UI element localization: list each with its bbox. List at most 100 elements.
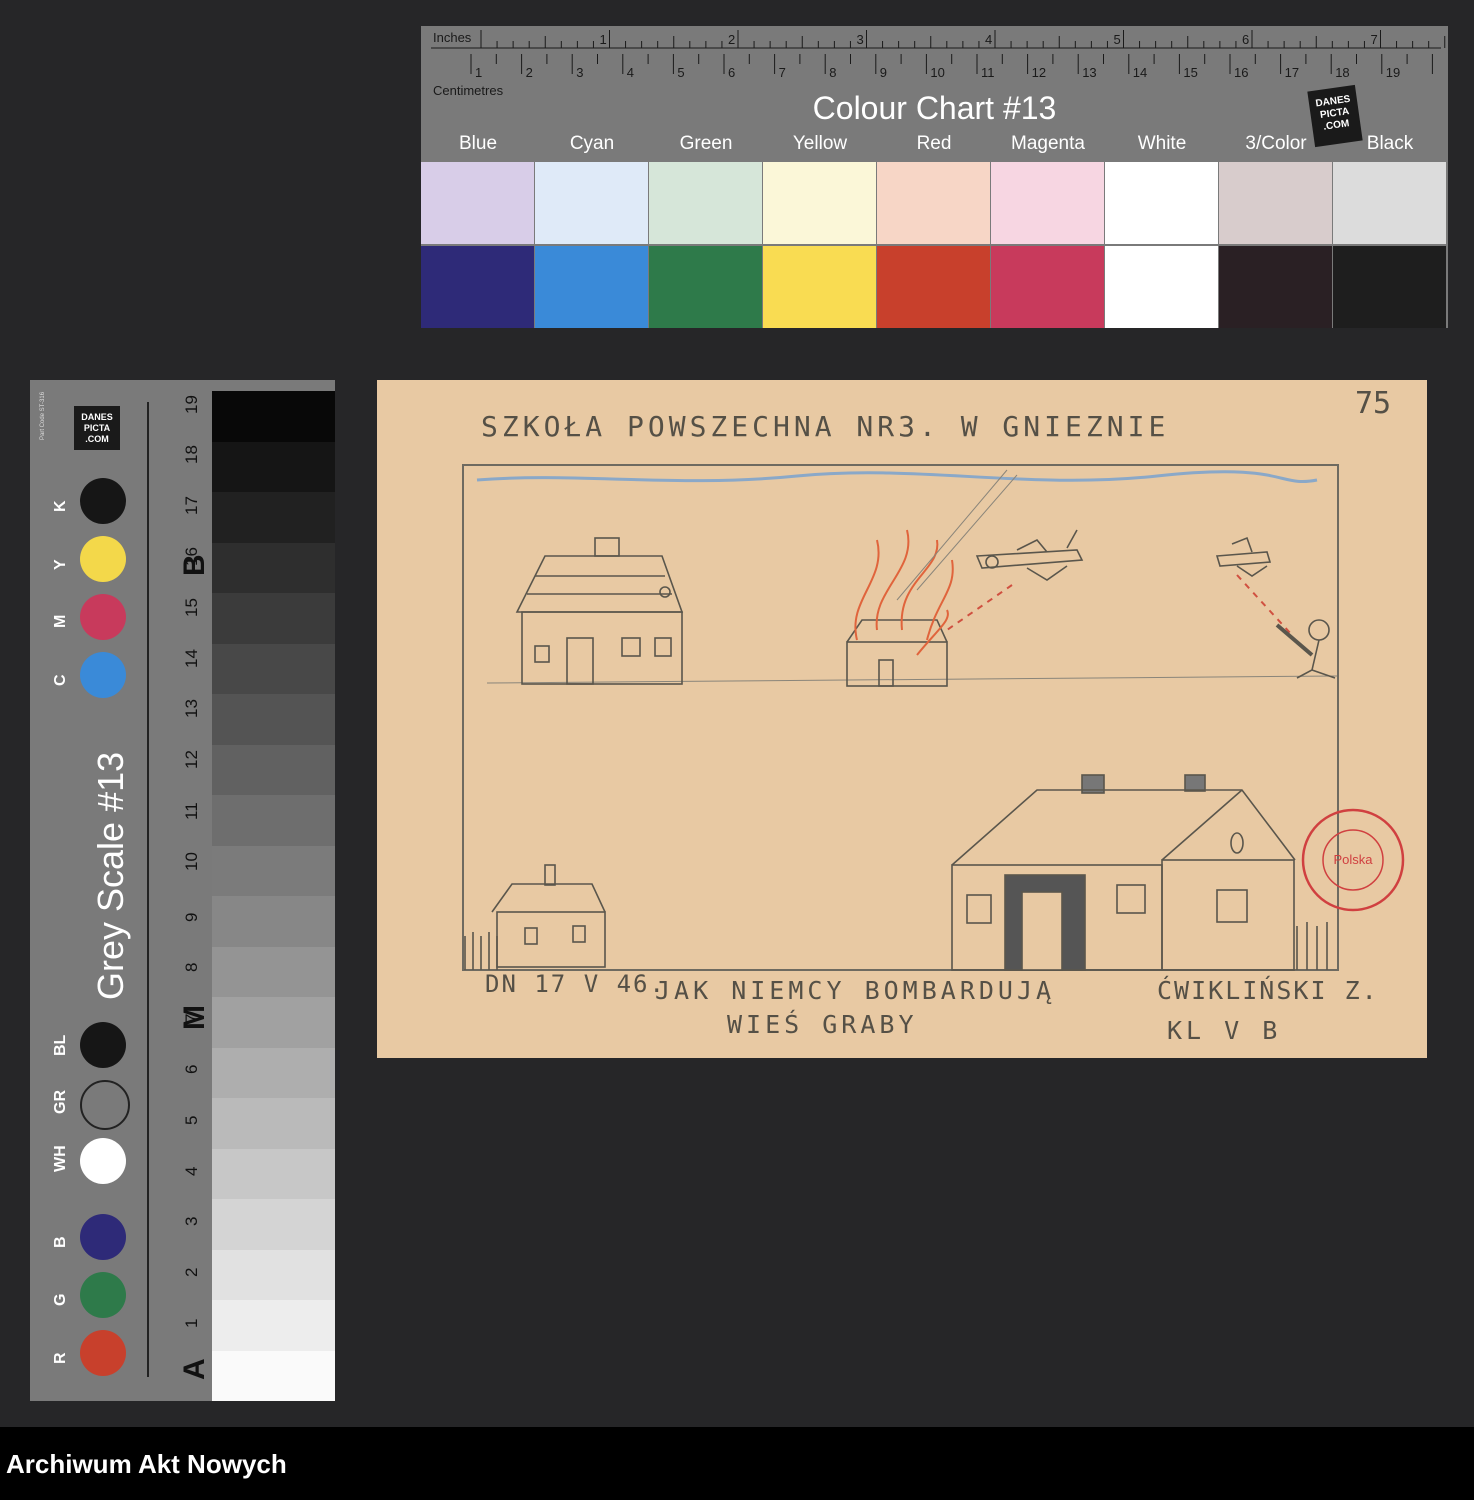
house-tiled-roof bbox=[515, 537, 684, 685]
ground-line bbox=[486, 675, 1338, 684]
patch-circle bbox=[80, 1272, 126, 1318]
grey-scale-logo: DANES PICTA .COM bbox=[74, 406, 120, 450]
grey-step-number: 11 bbox=[182, 802, 201, 820]
swatch-light bbox=[421, 162, 534, 244]
grey-step-number: 2 bbox=[182, 1267, 201, 1278]
patch-label: R bbox=[52, 1352, 69, 1364]
cm-number: 1 bbox=[475, 65, 482, 80]
house-small bbox=[464, 864, 606, 970]
patch-circle bbox=[80, 1022, 126, 1068]
footer-bar: Archiwum Akt Nowych bbox=[0, 1427, 1474, 1500]
grey-step bbox=[212, 694, 335, 745]
swatch-dark bbox=[877, 246, 990, 328]
swatch-light bbox=[991, 162, 1104, 244]
grey-step bbox=[212, 845, 335, 896]
inch-number: 6 bbox=[1242, 32, 1249, 47]
swatch-name: Green bbox=[679, 133, 733, 154]
swatch-light bbox=[1105, 162, 1218, 244]
cm-number: 7 bbox=[779, 65, 786, 80]
swatch-name: White bbox=[1137, 133, 1187, 154]
caption-line-2: WIEŚ GRABY bbox=[727, 1010, 918, 1039]
grey-step-number: 7 bbox=[182, 1013, 201, 1024]
plane-2 bbox=[1215, 536, 1272, 577]
cm-number: 4 bbox=[627, 65, 634, 80]
swatch-name: Blue bbox=[458, 133, 498, 154]
grey-step-number: 12 bbox=[182, 750, 201, 770]
grey-scale-card: Part Code ST-316 DANES PICTA .COM Grey S… bbox=[30, 380, 335, 1401]
cm-number: 15 bbox=[1183, 65, 1197, 80]
patch-circle bbox=[80, 1214, 126, 1260]
swatch-light bbox=[535, 162, 648, 244]
sky-line bbox=[476, 470, 1318, 484]
cm-number: 14 bbox=[1133, 65, 1147, 80]
caption-line-1: JAK NIEMCY BOMBARDUJĄ bbox=[655, 976, 1056, 1005]
patch-label: Y bbox=[52, 559, 69, 570]
grey-scale-title: Grey Scale #13 bbox=[90, 751, 131, 1000]
grey-step bbox=[212, 795, 335, 846]
plane-1 bbox=[975, 529, 1084, 581]
cm-number: 9 bbox=[880, 65, 887, 80]
swatch-dark bbox=[1219, 246, 1332, 328]
grey-step bbox=[212, 391, 335, 442]
grey-step bbox=[212, 896, 335, 947]
grey-step-number: 8 bbox=[182, 962, 201, 973]
cm-number: 6 bbox=[728, 65, 735, 80]
cm-number: 17 bbox=[1285, 65, 1299, 80]
cm-number: 19 bbox=[1386, 65, 1400, 80]
patch-circle bbox=[80, 1080, 130, 1130]
marker-a: A bbox=[178, 1358, 211, 1380]
inch-number: 5 bbox=[1114, 32, 1121, 47]
drawing-card: 75 SZKOŁA POWSZECHNA NR3. W GNIEZNIE Pol… bbox=[377, 380, 1427, 1058]
patch-label: C bbox=[52, 674, 69, 686]
patch-circle bbox=[80, 478, 126, 524]
footer-archive-name: Archiwum Akt Nowych bbox=[6, 1449, 287, 1479]
grey-step bbox=[212, 492, 335, 543]
author-line-1: ĆWIKLIŃSKI Z. bbox=[1157, 976, 1379, 1005]
grey-step bbox=[212, 946, 335, 997]
patch-circle bbox=[80, 1330, 126, 1376]
patch-circle bbox=[80, 594, 126, 640]
patch-label: WH bbox=[52, 1145, 69, 1172]
swatch-name: Cyan bbox=[569, 133, 615, 154]
inches-label: Inches bbox=[433, 30, 472, 45]
house-large bbox=[951, 774, 1328, 971]
swatch-dark bbox=[763, 246, 876, 328]
swatch-dark bbox=[1105, 246, 1218, 328]
inch-number: 2 bbox=[728, 32, 735, 47]
gun-fire bbox=[1236, 574, 1293, 636]
colour-chart-title: Colour Chart #13 bbox=[812, 90, 1057, 126]
patch-circle bbox=[80, 652, 126, 698]
cm-number: 2 bbox=[526, 65, 533, 80]
grey-step-number: 5 bbox=[182, 1115, 201, 1125]
grey-step-number: 13 bbox=[182, 699, 201, 719]
patch-label: GR bbox=[52, 1090, 69, 1114]
swatch-dark bbox=[649, 246, 762, 328]
grey-step bbox=[212, 1350, 335, 1401]
drawing-illustration bbox=[462, 464, 1405, 971]
grey-scale-ruler-line bbox=[147, 402, 149, 1377]
grey-step bbox=[212, 593, 335, 644]
swatch-name: Red bbox=[916, 133, 952, 154]
swatch-dark bbox=[991, 246, 1104, 328]
swatch-light bbox=[649, 162, 762, 244]
grey-step-number: 15 bbox=[182, 597, 201, 617]
patch-label: M bbox=[52, 614, 69, 628]
swatch-dark bbox=[421, 246, 534, 328]
cm-number: 10 bbox=[930, 65, 944, 80]
swatch-light bbox=[1219, 162, 1332, 244]
grey-step-number: 6 bbox=[182, 1064, 201, 1074]
swatch-light bbox=[763, 162, 876, 244]
grey-scale-strip bbox=[212, 380, 335, 1401]
inch-number: 7 bbox=[1371, 32, 1378, 47]
swatch-name: Magenta bbox=[1011, 133, 1085, 154]
cm-number: 5 bbox=[677, 65, 684, 80]
grey-step bbox=[212, 1148, 335, 1199]
smoke-lines bbox=[896, 469, 1018, 601]
grey-step bbox=[212, 744, 335, 795]
cm-number: 16 bbox=[1234, 65, 1248, 80]
grey-step-number: 17 bbox=[182, 496, 201, 516]
cm-number: 13 bbox=[1082, 65, 1096, 80]
grey-step bbox=[212, 441, 335, 492]
grey-step-number: 18 bbox=[182, 445, 201, 465]
grey-step-number: 4 bbox=[182, 1166, 201, 1176]
